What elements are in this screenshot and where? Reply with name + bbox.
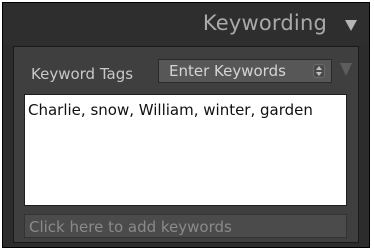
add-keywords-input[interactable]: Click here to add keywords [24, 214, 347, 238]
keyword-tags-label: Keyword Tags [31, 65, 134, 83]
keyword-options-triangle-icon[interactable] [340, 63, 352, 76]
panel-title: Keywording [202, 11, 327, 35]
keyword-mode-value: Enter Keywords [169, 62, 286, 80]
keywords-text-area[interactable]: Charlie, snow, William, winter, garden [24, 94, 347, 206]
keyword-mode-select[interactable]: Enter Keywords [158, 59, 332, 83]
stepper-up-icon [316, 66, 322, 70]
add-keywords-placeholder: Click here to add keywords [29, 218, 232, 236]
panel-header[interactable]: Keywording [3, 3, 369, 45]
keywords-value: Charlie, snow, William, winter, garden [28, 101, 313, 119]
collapse-triangle-icon[interactable] [345, 20, 357, 31]
stepper-icon[interactable] [313, 64, 325, 78]
stepper-down-icon [316, 72, 322, 76]
panel-body: Keyword Tags Enter Keywords Charlie, sno… [13, 46, 359, 243]
keywording-panel: Keywording Keyword Tags Enter Keywords C… [2, 2, 370, 248]
